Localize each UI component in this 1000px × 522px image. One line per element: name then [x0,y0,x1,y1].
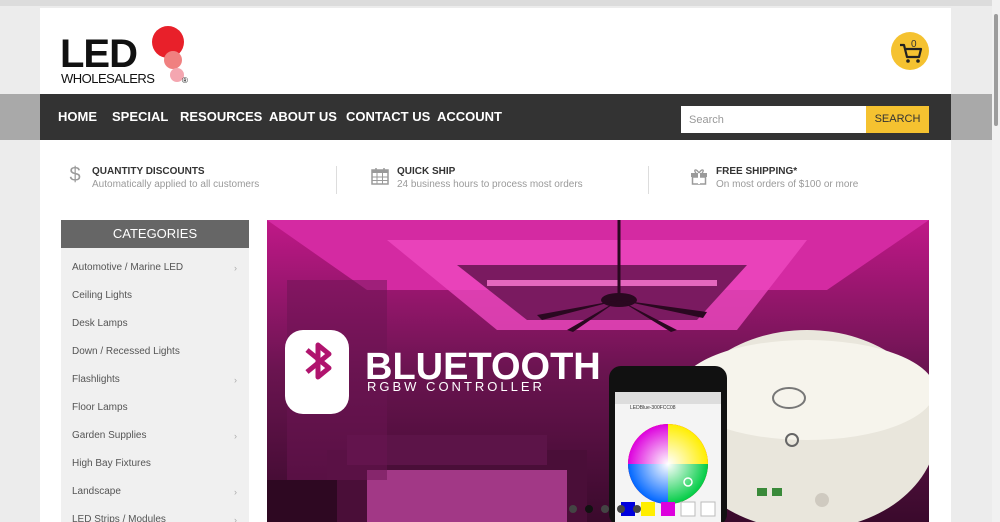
slider-dot-5[interactable] [633,505,641,513]
feature-quantity-discounts: $ QUANTITY DISCOUNTS Automatically appli… [66,158,326,198]
category-label: Flashlights [72,374,120,385]
category-item[interactable]: Desk Lamps [61,310,249,338]
cart-count: 0 [911,39,917,50]
nav-account[interactable]: ACCOUNT [437,110,502,124]
category-item[interactable]: Floor Lamps [61,394,249,422]
category-label: High Bay Fixtures [72,458,151,469]
nav-about-us[interactable]: ABOUT US [269,110,337,124]
feature-description: Automatically applied to all customers [92,179,260,190]
logo-dot-medium [164,51,182,69]
category-label: Desk Lamps [72,318,128,329]
category-item[interactable]: Down / Recessed Lights [61,338,249,366]
nav-resources[interactable]: RESOURCES [180,110,262,124]
cart-button[interactable]: 0 [891,32,929,70]
feature-description: 24 business hours to process most orders [397,179,583,190]
slider-dot-3[interactable] [601,505,609,513]
chevron-right-icon: › [234,375,237,385]
categories-heading: CATEGORIES [61,220,249,248]
cart-icon [900,43,923,63]
banner-subline: RGBW CONTROLLER [367,379,545,394]
category-label: Ceiling Lights [72,290,133,301]
category-item[interactable]: Automotive / Marine LED › [61,254,249,282]
category-label: Automotive / Marine LED [72,262,184,273]
slider-dot-2[interactable] [585,505,593,513]
feature-description: On most orders of $100 or more [716,179,859,190]
category-label: Landscape [72,486,121,497]
dollar-icon: $ [69,164,81,186]
chevron-right-icon: › [234,431,237,441]
calendar-icon [371,168,389,185]
feature-title: QUICK SHIP [397,166,456,177]
main-navbar: HOME SPECIAL RESOURCES ABOUT US CONTACT … [40,94,951,140]
logo-registered-mark: ® [182,76,188,85]
feature-title: QUANTITY DISCOUNTS [92,166,205,177]
feature-title: FREE SHIPPING* [716,166,798,177]
category-label: LED Strips / Modules [72,514,166,522]
feature-divider [336,166,337,194]
category-label: Garden Supplies [72,430,147,441]
categories-sidebar: CATEGORIES Automotive / Marine LED › Ceil… [61,220,249,522]
category-item[interactable]: Flashlights › [61,366,249,394]
category-label: Floor Lamps [72,402,128,413]
feature-free-shipping: FREE SHIPPING* On most orders of $100 or… [690,158,940,198]
site-header: LED WHOLESALERS ® 0 [40,8,951,94]
category-item[interactable]: Ceiling Lights [61,282,249,310]
page-container: LED WHOLESALERS ® 0 HOME SPECIAL RESOURC… [40,8,951,522]
category-item[interactable]: High Bay Fixtures [61,450,249,478]
feature-divider [648,166,649,194]
feature-quick-ship: QUICK SHIP 24 business hours to process … [371,158,641,198]
category-item[interactable]: Landscape › [61,478,249,506]
slider-dot-1[interactable] [569,505,577,513]
search-button[interactable]: SEARCH [866,106,929,133]
gift-icon [691,169,707,185]
site-logo[interactable]: LED WHOLESALERS ® [60,16,200,88]
logo-wordmark: LED [60,32,138,76]
chevron-right-icon: › [234,487,237,497]
browser-top-strip [0,0,1000,6]
chevron-right-icon: › [234,515,237,522]
search-input[interactable] [681,106,867,133]
nav-home[interactable]: HOME [58,110,97,124]
nav-special[interactable]: SPECIAL [112,110,168,124]
chevron-right-icon: › [234,263,237,273]
category-item[interactable]: LED Strips / Modules › [61,506,249,522]
phone-app-title: LEDBlue-300FCC08 [630,405,676,411]
logo-subtitle: WHOLESALERS [61,71,155,86]
category-item[interactable]: Garden Supplies › [61,422,249,450]
hero-banner[interactable]: BLUETOOTH RGBW CONTROLLER LEDBlue-300FCC… [267,220,929,522]
category-label: Down / Recessed Lights [72,346,180,357]
slider-dot-4[interactable] [617,505,625,513]
nav-contact-us[interactable]: CONTACT US [346,110,430,124]
scrollbar-thumb[interactable] [994,14,998,126]
